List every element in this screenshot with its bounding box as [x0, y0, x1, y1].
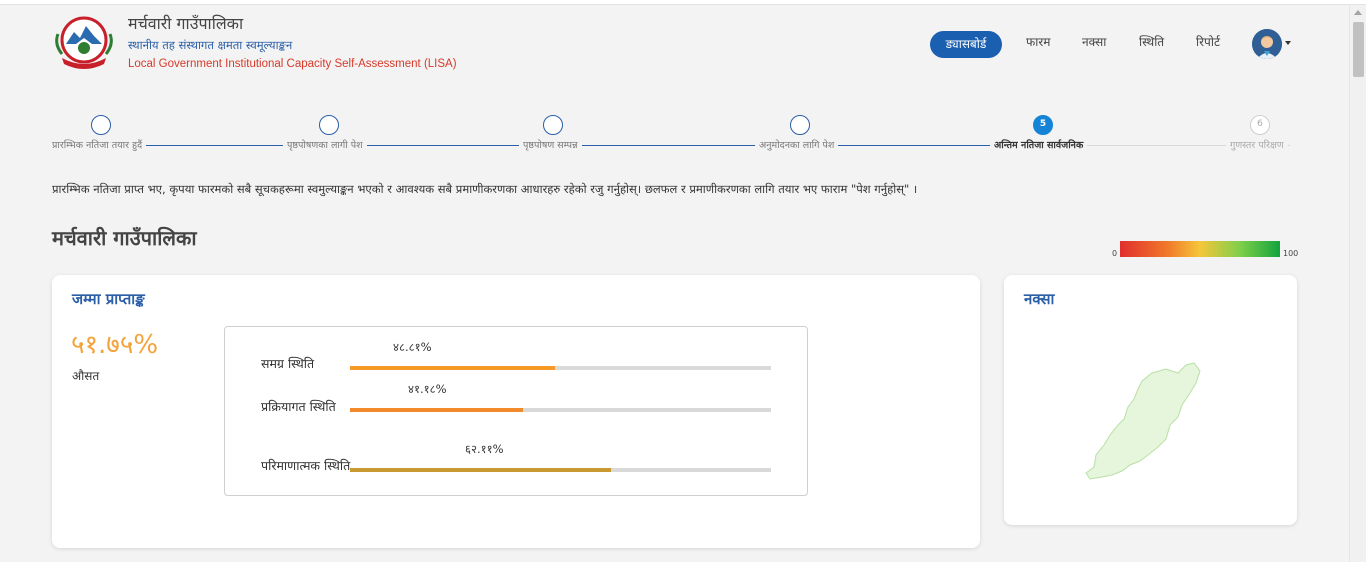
legend-max-label: 100: [1283, 249, 1299, 258]
total-score-card: जम्मा प्राप्ताङ्क ५१.७५% औसत ४८.८१% समग्…: [52, 275, 980, 548]
step-3-circle[interactable]: [543, 115, 563, 135]
bar-label: प्रक्रियागत स्थिति: [261, 399, 336, 414]
step-2-circle[interactable]: [319, 115, 339, 135]
bar-fill: [350, 366, 556, 370]
bar-track: [350, 408, 771, 412]
bar-track: [350, 468, 771, 472]
app-subtitle-nepali: स्थानीय तह संस्थागत क्षमता स्वमूल्याङ्कन: [128, 38, 293, 52]
bar-value: ४८.८१%: [393, 340, 432, 354]
page-title: मर्चवारी गाउँपालिका: [52, 226, 197, 250]
step-1-circle[interactable]: [91, 115, 111, 135]
instruction-text: प्रारम्भिक नतिजा प्राप्त भए, कृपया फारमक…: [52, 182, 918, 196]
map-card: नक्सा: [1004, 275, 1297, 525]
score-card-title: जम्मा प्राप्ताङ्क: [72, 290, 145, 308]
scroll-up-icon[interactable]: [1354, 10, 1362, 15]
bar-fill: [350, 468, 612, 472]
bar-value: ६२.११%: [465, 442, 504, 456]
chevron-down-icon[interactable]: [1285, 41, 1291, 45]
map-card-title: नक्सा: [1024, 290, 1055, 308]
average-label: औसत: [72, 369, 100, 383]
nav-dashboard-button[interactable]: ड्यासबोर्ड: [930, 31, 1002, 58]
app-title: मर्चवारी गाउँपालिका: [128, 14, 244, 33]
app-subtitle-english: Local Government Institutional Capacity …: [128, 58, 457, 70]
total-score-value: ५१.७५%: [71, 330, 159, 360]
top-border: [0, 0, 1366, 5]
step-1-label: प्रारम्भिक नतिजा तयार हुदैं: [48, 138, 147, 151]
bar-value: ४१.१८%: [408, 382, 447, 396]
score-breakdown-box: ४८.८१% समग्र स्थिति ४१.१८% प्रक्रियागत स…: [224, 326, 808, 496]
nav-report-link[interactable]: रिपोर्ट: [1196, 31, 1220, 54]
step-2-label: पृष्ठपोषणका लागी पेश: [283, 138, 367, 151]
legend-min-label: 0: [1112, 249, 1118, 258]
scrollbar-thumb[interactable]: [1353, 22, 1364, 77]
step-5-label: अन्तिम नतिजा सार्वजनिक: [990, 138, 1088, 151]
municipality-map[interactable]: [1082, 359, 1222, 483]
user-avatar-icon[interactable]: [1252, 29, 1282, 59]
step-4-label: अनुमोदनका लागि पेश: [755, 138, 839, 151]
bar-track: [350, 366, 771, 370]
step-6-label: गुणस्तर परिक्षण: [1226, 138, 1288, 151]
bar-label: समग्र स्थिति: [261, 356, 315, 371]
score-color-legend: [1120, 241, 1280, 257]
nav-status-link[interactable]: स्थिति: [1139, 31, 1164, 54]
step-6-circle[interactable]: 6: [1250, 115, 1270, 135]
step-5-circle[interactable]: 5: [1033, 115, 1053, 135]
nepal-emblem-icon[interactable]: [52, 14, 116, 72]
step-3-label: पृष्ठपोषण सम्पन्न: [519, 138, 582, 151]
bar-label: परिमाणात्मक स्थिति: [261, 458, 351, 473]
nav-form-link[interactable]: फारम: [1026, 31, 1050, 54]
bar-fill: [350, 408, 524, 412]
nav-map-link[interactable]: नक्सा: [1082, 31, 1106, 54]
step-4-circle[interactable]: [790, 115, 810, 135]
scrollbar[interactable]: [1349, 5, 1366, 562]
